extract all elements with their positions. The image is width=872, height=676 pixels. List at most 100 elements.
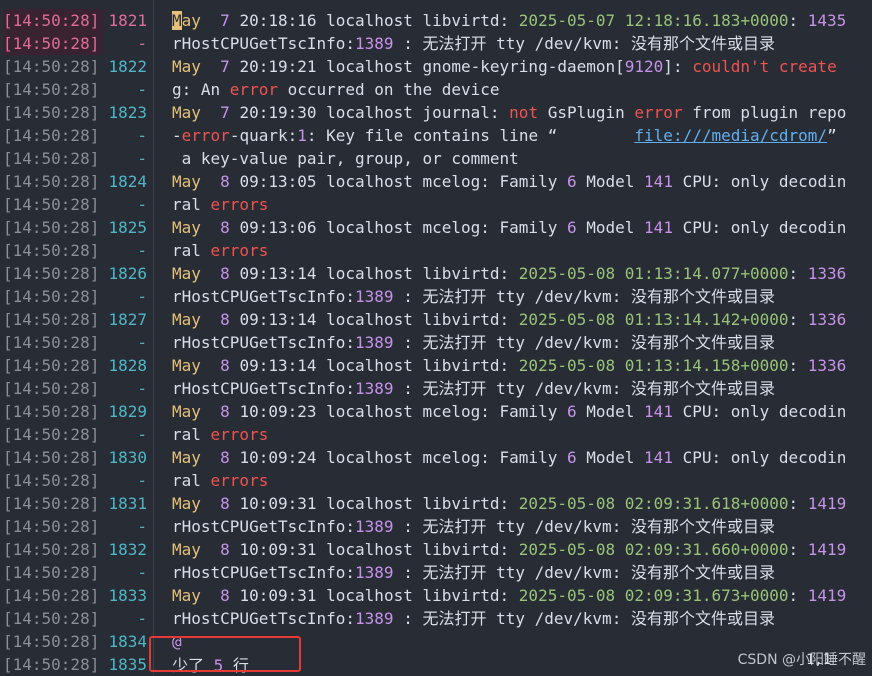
timestamp: [14:50:28] <box>3 310 100 329</box>
log-line[interactable]: [14:50:28] 1828 May 8 09:13:14 localhost l… <box>0 354 872 377</box>
timestamp: [14:50:28] <box>3 379 100 398</box>
line-content: May 7 20:19:30 localhost journal: not Gs… <box>172 103 847 122</box>
timestamp: [14:50:28] <box>3 103 100 122</box>
line-number: - <box>137 379 147 398</box>
line-number: - <box>137 80 147 99</box>
timestamp: [14:50:28] <box>3 563 100 582</box>
log-line[interactable]: [14:50:28] 1822 May 7 20:19:21 localhost g… <box>0 55 872 78</box>
line-content: rHostCPUGetTscInfo:1389 : 无法打开 tty /dev/… <box>172 333 775 352</box>
timestamp: [14:50:28] <box>3 494 100 513</box>
line-content: May 8 10:09:31 localhost libvirtd: 2025-… <box>172 586 847 605</box>
line-content: ral errors <box>172 241 269 260</box>
log-line[interactable]: [14:50:28] 1827 May 8 09:13:14 localhost l… <box>0 308 872 331</box>
timestamp: [14:50:28] <box>3 80 100 99</box>
highlight-annotation-box <box>149 636 301 672</box>
line-number: 1830 <box>108 448 147 467</box>
log-line[interactable]: [14:50:28] - rHostCPUGetTscInfo:1389 : 无法打… <box>0 561 872 584</box>
watermark: CSDN @小阳睡不醒 <box>737 652 866 668</box>
line-content: May 8 09:13:14 localhost libvirtd: 2025-… <box>172 310 847 329</box>
log-line[interactable]: [14:50:28] 1825 May 8 09:13:06 localhost m… <box>0 216 872 239</box>
timestamp: [14:50:28] <box>3 425 100 444</box>
log-line[interactable]: [14:50:28] 1826 May 8 09:13:14 localhost l… <box>0 262 872 285</box>
log-line[interactable]: [14:50:28] - ral errors <box>0 469 872 492</box>
log-line[interactable]: [14:50:28] - rHostCPUGetTscInfo:1389 : 无法打… <box>0 515 872 538</box>
log-line[interactable]: [14:50:28] - ral errors <box>0 193 872 216</box>
line-content: May 8 10:09:31 localhost libvirtd: 2025-… <box>172 540 847 559</box>
line-content: May 8 09:13:14 localhost libvirtd: 2025-… <box>172 264 847 283</box>
line-content: rHostCPUGetTscInfo:1389 : 无法打开 tty /dev/… <box>172 609 775 628</box>
log-line[interactable]: [14:50:28] - rHostCPUGetTscInfo:1389 : 无法打… <box>0 377 872 400</box>
log-line[interactable]: [14:50:28] - a key-value pair, group, or … <box>0 147 872 170</box>
line-number: 1825 <box>108 218 147 237</box>
line-number: 1832 <box>108 540 147 559</box>
line-number: - <box>137 609 147 628</box>
log-line[interactable]: [14:50:28] 1824 May 8 09:13:05 localhost m… <box>0 170 872 193</box>
timestamp: [14:50:28] <box>3 9 103 32</box>
log-line[interactable]: [14:50:28] 1832 May 8 10:09:31 localhost l… <box>0 538 872 561</box>
line-number: - <box>137 563 147 582</box>
timestamp: [14:50:28] <box>3 356 100 375</box>
line-number: 1826 <box>108 264 147 283</box>
timestamp: [14:50:28] <box>3 218 100 237</box>
line-content: May 8 09:13:05 localhost mcelog: Family … <box>172 172 847 191</box>
timestamp: [14:50:28] <box>3 609 100 628</box>
timestamp: [14:50:28] <box>3 172 100 191</box>
line-number: 1823 <box>108 103 147 122</box>
line-content: rHostCPUGetTscInfo:1389 : 无法打开 tty /dev/… <box>172 517 775 536</box>
line-content: ral errors <box>172 425 269 444</box>
timestamp: [14:50:28] <box>3 126 100 145</box>
timestamp: [14:50:28] <box>3 333 100 352</box>
log-line[interactable]: [14:50:28] - rHostCPUGetTscInfo:1389 : 无法打… <box>0 285 872 308</box>
log-line[interactable]: [14:50:28] - ral errors <box>0 423 872 446</box>
line-number: 1831 <box>108 494 147 513</box>
line-number: - <box>137 287 147 306</box>
timestamp: [14:50:28] <box>3 57 100 76</box>
line-content: rHostCPUGetTscInfo:1389 : 无法打开 tty /dev/… <box>172 379 775 398</box>
timestamp: [14:50:28] <box>3 448 100 467</box>
log-line[interactable]: [14:50:28] - rHostCPUGetTscInfo:1389 : 无法打… <box>0 32 872 55</box>
log-line[interactable]: [14:50:28] - -error-quark:1: Key file cont… <box>0 124 872 147</box>
log-line[interactable]: [14:50:28] 1830 May 8 10:09:24 localhost m… <box>0 446 872 469</box>
line-content: g: An error occurred on the device <box>172 80 500 99</box>
log-line[interactable]: [14:50:28] 1821 May 7 20:18:16 localhost l… <box>0 9 872 32</box>
line-number: - <box>137 126 147 145</box>
line-number: 1824 <box>108 172 147 191</box>
line-content: rHostCPUGetTscInfo:1389 : 无法打开 tty /dev/… <box>172 563 775 582</box>
log-line[interactable]: [14:50:28] - rHostCPUGetTscInfo:1389 : 无法打… <box>0 331 872 354</box>
line-content: May 7 20:18:16 localhost libvirtd: 2025-… <box>172 11 847 30</box>
line-content: a key-value pair, group, or comment <box>172 149 519 168</box>
log-line[interactable]: [14:50:28] - rHostCPUGetTscInfo:1389 : 无法打… <box>0 607 872 630</box>
timestamp: [14:50:28] <box>3 264 100 283</box>
line-content: rHostCPUGetTscInfo:1389 : 无法打开 tty /dev/… <box>172 34 775 53</box>
line-content: -error-quark:1: Key file contains line “… <box>172 126 837 145</box>
timestamp: [14:50:28] <box>3 149 100 168</box>
log-line[interactable]: [14:50:28] 1833 May 8 10:09:31 localhost l… <box>0 584 872 607</box>
log-line[interactable]: [14:50:28] - g: An error occurred on the d… <box>0 78 872 101</box>
line-number: - <box>137 471 147 490</box>
line-number: 1827 <box>108 310 147 329</box>
log-line[interactable]: [14:50:28] 1829 May 8 10:09:23 localhost m… <box>0 400 872 423</box>
timestamp: [14:50:28] <box>3 471 100 490</box>
line-content: May 8 09:13:06 localhost mcelog: Family … <box>172 218 847 237</box>
line-number: - <box>137 241 147 260</box>
log-line[interactable]: [14:50:28] - ral errors <box>0 239 872 262</box>
log-line[interactable]: [14:50:28] 1831 May 8 10:09:31 localhost l… <box>0 492 872 515</box>
line-number: - <box>137 333 147 352</box>
timestamp: [14:50:28] <box>3 655 100 674</box>
line-content: May 8 09:13:14 localhost libvirtd: 2025-… <box>172 356 847 375</box>
line-content: ral errors <box>172 471 269 490</box>
line-number: - <box>137 517 147 536</box>
timestamp: [14:50:28] <box>3 241 100 260</box>
line-number: 1834 <box>108 632 147 651</box>
line-number: 1822 <box>108 57 147 76</box>
timestamp: [14:50:28] <box>3 402 100 421</box>
line-number: - <box>137 425 147 444</box>
timestamp: [14:50:28] <box>3 517 100 536</box>
line-number: - <box>137 149 147 168</box>
timestamp: [14:50:28] <box>3 32 103 55</box>
line-number: 1821 <box>108 11 147 30</box>
log-line[interactable]: [14:50:28] 1823 May 7 20:19:30 localhost j… <box>0 101 872 124</box>
line-content: May 8 10:09:24 localhost mcelog: Family … <box>172 448 847 467</box>
line-content: rHostCPUGetTscInfo:1389 : 无法打开 tty /dev/… <box>172 287 775 306</box>
line-content: May 8 10:09:31 localhost libvirtd: 2025-… <box>172 494 847 513</box>
